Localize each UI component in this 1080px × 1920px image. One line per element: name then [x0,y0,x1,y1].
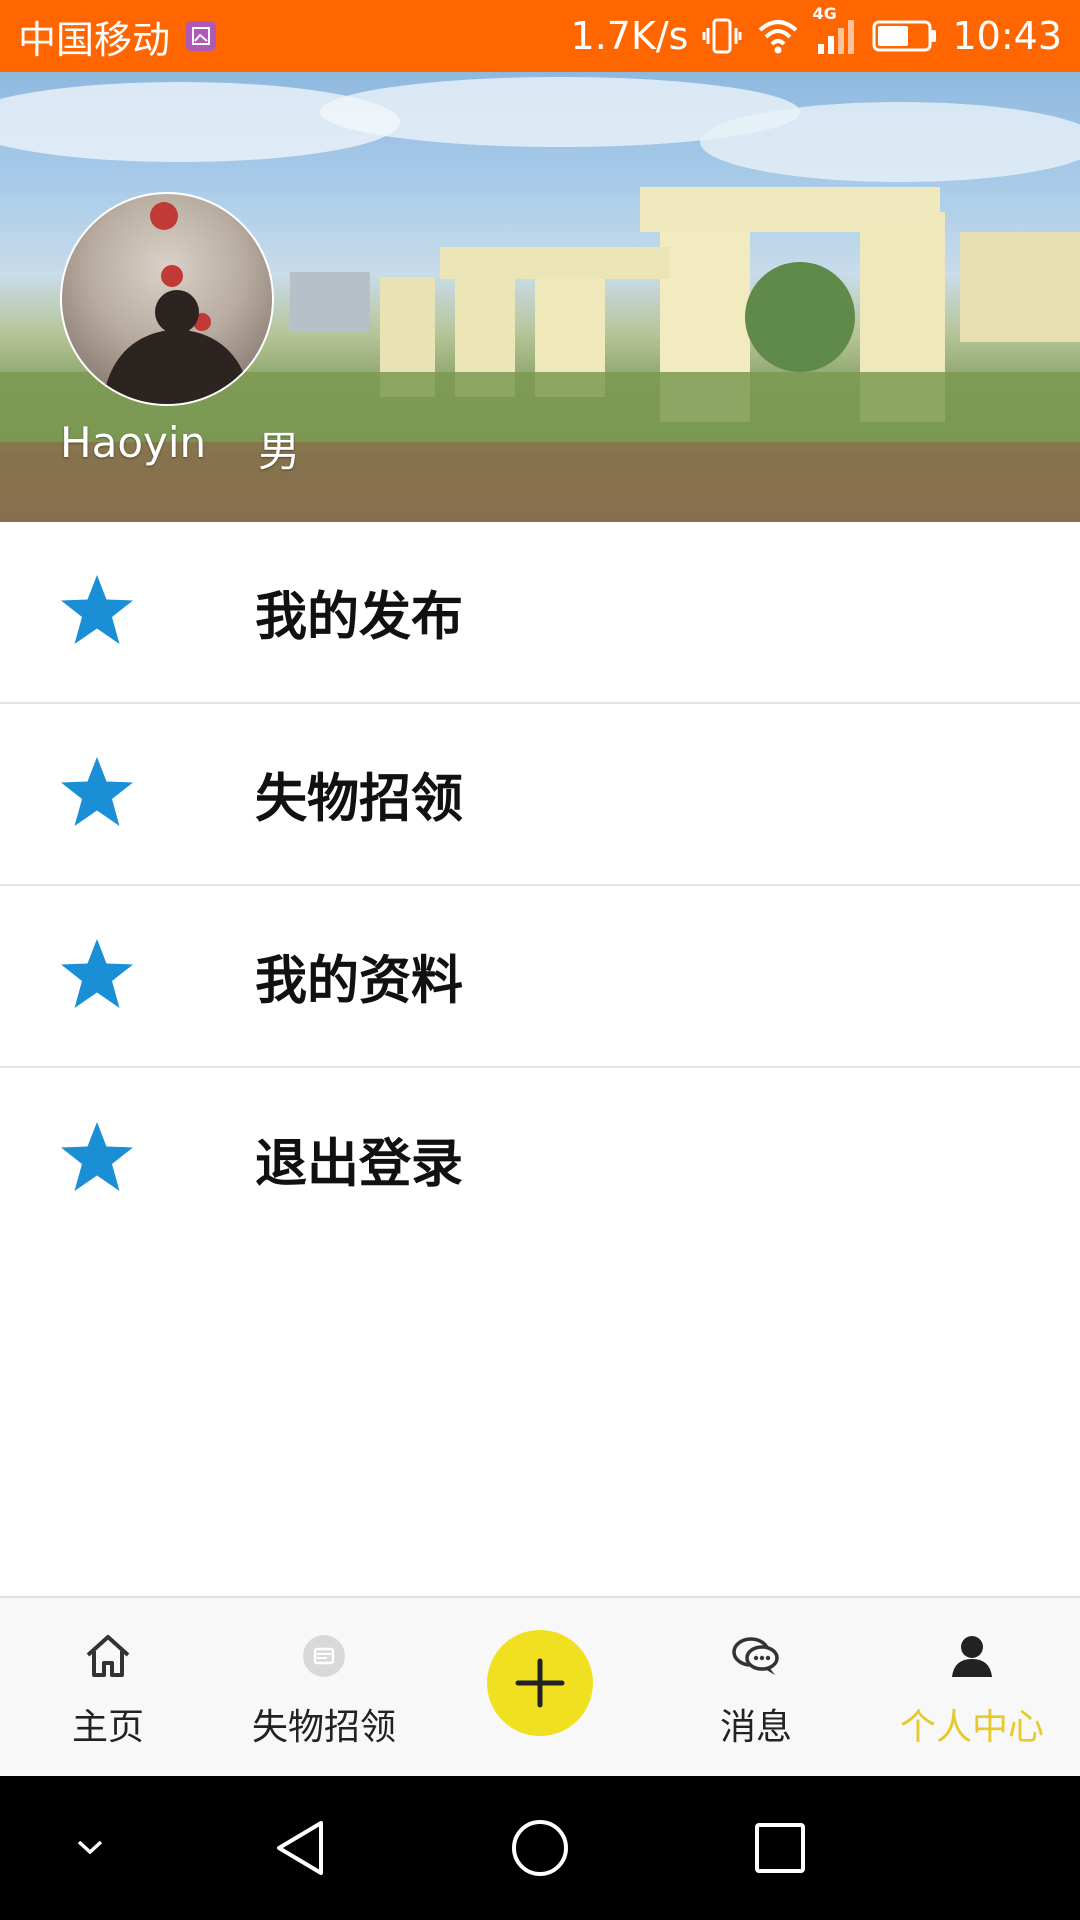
star-icon [58,573,136,651]
menu-item-logout[interactable]: 退出登录 [0,1068,1080,1250]
tab-lost-found[interactable]: 失物招领 [216,1598,432,1778]
clock: 10:43 [952,14,1062,58]
menu-item-label: 退出登录 [255,1134,464,1195]
message-icon [731,1628,781,1684]
menu-item-label: 我的发布 [255,587,464,648]
tab-label: 个人中心 [899,1707,1044,1748]
carrier-group: 中国移动 [18,9,217,64]
tab-messages[interactable]: 消息 [648,1598,864,1778]
tab-label: 主页 [71,1707,144,1748]
system-navigation-bar [0,1776,1080,1920]
menu-item-my-profile[interactable]: 我的资料 [0,886,1080,1068]
tab-label: 消息 [719,1707,792,1748]
battery-icon [872,18,938,54]
person-icon [950,1628,994,1684]
vibrate-icon [702,16,742,56]
menu-item-label: 失物招领 [255,769,464,830]
recents-icon[interactable] [740,1776,820,1920]
avatar[interactable] [60,192,274,406]
menu-item-my-posts[interactable]: 我的发布 [0,522,1080,704]
back-icon[interactable] [260,1776,340,1920]
network-speed: 1.7K/s [570,14,689,58]
avatar-image [102,202,252,404]
tab-label: 失物招领 [251,1707,396,1748]
lost-found-icon [301,1628,347,1684]
signal-icon: 4G [812,4,858,56]
wifi-icon [756,16,800,56]
status-right: 1.7K/s 4G 10:43 [570,4,1062,58]
network-type: 4G [812,4,837,23]
profile-menu: 我的发布 失物招领 我的资料 退出登录 [0,522,1080,1250]
status-bar: 中国移动 1.7K/s 4G 10:43 [0,0,1080,72]
chevron-down-icon[interactable] [60,1776,120,1920]
home-icon [84,1628,132,1684]
tab-home[interactable]: 主页 [0,1598,216,1778]
image-notification-icon [186,21,217,51]
star-icon [58,1120,136,1198]
star-icon [58,755,136,833]
add-post-button[interactable] [487,1630,593,1736]
profile-gender: 男 [258,427,301,476]
carrier-name: 中国移动 [18,17,171,62]
menu-item-lost-found[interactable]: 失物招领 [0,704,1080,886]
tab-personal-center[interactable]: 个人中心 [864,1598,1080,1778]
home-circle-icon[interactable] [500,1776,580,1920]
bottom-tab-bar: 主页 失物招领 消息 个人中心 [0,1596,1080,1778]
star-icon [58,937,136,1015]
profile-name: Haoyin [60,418,207,467]
plus-icon [515,1658,565,1708]
menu-item-label: 我的资料 [255,951,464,1012]
